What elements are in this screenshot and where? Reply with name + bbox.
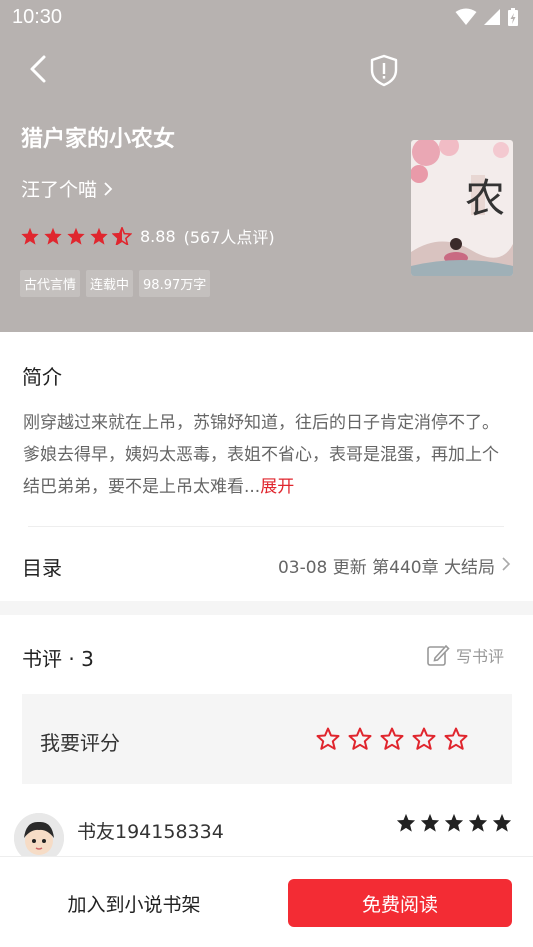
star-filled-icon (492, 813, 512, 832)
edit-icon (427, 644, 450, 666)
tag-genre: 古代言情 (20, 270, 81, 297)
battery-charging-icon (508, 8, 518, 26)
rate-panel: 我要评分 (22, 694, 512, 784)
status-bar: 10:30 (0, 0, 533, 36)
cover-art-calligraphy: 农 (465, 176, 505, 222)
star-filled-icon (396, 813, 416, 832)
toc-heading: 目录 (22, 556, 62, 580)
star-half-icon (112, 227, 132, 245)
signal-icon (484, 9, 500, 25)
rate-prompt: 我要评分 (40, 731, 120, 755)
review-stars (396, 813, 512, 832)
star-filled-icon (44, 227, 62, 245)
star-outline-icon[interactable] (380, 727, 404, 750)
author-link[interactable]: 汪了个喵 (21, 175, 113, 202)
star-outline-icon[interactable] (412, 727, 436, 750)
expand-link[interactable]: 展开 (260, 477, 294, 497)
star-filled-icon (67, 227, 85, 245)
intro-text: 刚穿越过来就在上吊，苏锦妤知道，往后的日子肯定消停不了。爹娘去得早，姨妈太恶毒，… (23, 407, 513, 503)
star-filled-icon (420, 813, 440, 832)
rating-value: 8.88 (140, 226, 176, 246)
reviews-heading: 书评 · 3 (22, 647, 94, 671)
bottom-action-bar: 加入到小说书架 免费阅读 (0, 856, 533, 947)
star-outline-icon[interactable] (348, 727, 372, 750)
star-outline-icon[interactable] (316, 727, 340, 750)
rating-stars (20, 227, 132, 245)
star-filled-icon (444, 813, 464, 832)
intro-heading: 简介 (22, 365, 62, 389)
chevron-right-icon (104, 181, 113, 196)
back-arrow-icon[interactable] (22, 52, 56, 86)
reviewer-name: 书友194158334 (77, 821, 224, 843)
tag-status: 连载中 (86, 270, 134, 297)
add-to-shelf-button[interactable]: 加入到小说书架 (22, 879, 246, 927)
book-cover-image: 农 (411, 140, 513, 276)
star-filled-icon (90, 227, 108, 245)
book-tags: 古代言情 连载中 98.97万字 (20, 270, 211, 297)
toc-row[interactable]: 目录 03-08 更新 第440章 大结局 (0, 527, 533, 601)
star-filled-icon (468, 813, 488, 832)
rating-count: (567人点评) (183, 228, 275, 247)
status-time: 10:30 (12, 6, 63, 28)
shield-alert-icon[interactable] (366, 52, 402, 88)
book-title: 猎户家的小农女 (21, 127, 176, 152)
star-filled-icon (21, 227, 39, 245)
review-item: 书友194158334 (0, 798, 533, 863)
rate-stars (316, 727, 468, 750)
author-name: 汪了个喵 (21, 179, 98, 201)
book-rating: 8.88 (567人点评) (20, 224, 275, 248)
write-review-button[interactable]: 写书评 (426, 643, 504, 667)
section-separator (0, 601, 533, 615)
write-review-label: 写书评 (455, 647, 504, 666)
wifi-icon (455, 8, 477, 25)
book-header: 10:30 猎户家的小农女 汪了个喵 8.88 (567人点评) 古代言情 连载… (0, 0, 533, 332)
chevron-right-icon (502, 557, 511, 571)
free-read-button[interactable]: 免费阅读 (288, 879, 512, 927)
toc-update-info: 03-08 更新 第440章 大结局 (277, 558, 495, 578)
tag-word-count: 98.97万字 (139, 270, 211, 297)
star-outline-icon[interactable] (444, 727, 468, 750)
